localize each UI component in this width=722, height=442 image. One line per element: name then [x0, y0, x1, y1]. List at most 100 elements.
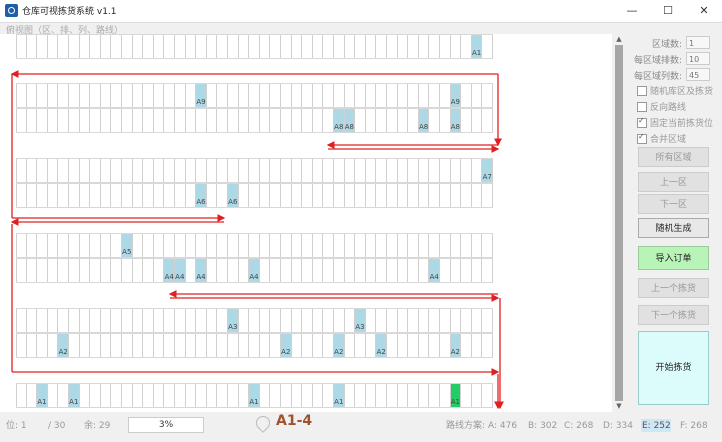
minimize-button[interactable]: —: [614, 0, 650, 22]
storage-cell[interactable]: [217, 184, 228, 207]
storage-cell[interactable]: [461, 384, 472, 407]
storage-cell[interactable]: [101, 84, 112, 107]
storage-cell[interactable]: [207, 184, 218, 207]
storage-cell[interactable]: [472, 384, 483, 407]
storage-cell[interactable]: [69, 259, 80, 282]
storage-cell[interactable]: [482, 184, 493, 207]
storage-cell[interactable]: [419, 334, 430, 357]
storage-cell[interactable]: [461, 234, 472, 257]
storage-cell[interactable]: [345, 35, 356, 58]
storage-cell[interactable]: [69, 234, 80, 257]
storage-cell[interactable]: [69, 184, 80, 207]
storage-cell[interactable]: [154, 384, 165, 407]
storage-cell[interactable]: [451, 259, 462, 282]
storage-cell[interactable]: [292, 35, 303, 58]
storage-cell[interactable]: [16, 159, 27, 182]
storage-cell[interactable]: [387, 184, 398, 207]
storage-cell[interactable]: [355, 109, 366, 132]
storage-cell[interactable]: [48, 259, 59, 282]
storage-cell[interactable]: [207, 384, 218, 407]
storage-cell[interactable]: A3: [355, 309, 366, 332]
storage-cell[interactable]: [239, 159, 250, 182]
storage-cell[interactable]: [122, 35, 133, 58]
storage-cell[interactable]: [37, 109, 48, 132]
storage-cell[interactable]: [122, 159, 133, 182]
storage-cell[interactable]: [461, 109, 472, 132]
storage-cell[interactable]: [323, 234, 334, 257]
storage-cell[interactable]: [80, 109, 91, 132]
storage-cell[interactable]: [292, 309, 303, 332]
prev-pick-button[interactable]: 上一个拣货: [638, 278, 709, 298]
storage-cell[interactable]: [122, 384, 133, 407]
storage-cell[interactable]: [270, 334, 281, 357]
storage-cell[interactable]: [133, 234, 144, 257]
storage-cell[interactable]: [482, 35, 493, 58]
storage-cell[interactable]: [366, 309, 377, 332]
storage-cell[interactable]: A1: [334, 384, 345, 407]
storage-cell[interactable]: [461, 309, 472, 332]
storage-cell[interactable]: [207, 84, 218, 107]
storage-cell[interactable]: [164, 35, 175, 58]
storage-cell[interactable]: [101, 35, 112, 58]
storage-cell[interactable]: [302, 334, 313, 357]
storage-cell[interactable]: [270, 259, 281, 282]
storage-cell[interactable]: [58, 35, 69, 58]
storage-cell[interactable]: [37, 259, 48, 282]
storage-cell[interactable]: [461, 184, 472, 207]
storage-cell[interactable]: [186, 334, 197, 357]
storage-cell[interactable]: [323, 109, 334, 132]
storage-cell[interactable]: [472, 259, 483, 282]
storage-cell[interactable]: [133, 84, 144, 107]
storage-cell[interactable]: [48, 35, 59, 58]
storage-cell[interactable]: [292, 84, 303, 107]
storage-cell[interactable]: [366, 384, 377, 407]
storage-cell[interactable]: A8: [334, 109, 345, 132]
import-order-button[interactable]: 导入订单: [638, 246, 709, 270]
storage-cell[interactable]: [429, 35, 440, 58]
storage-cell[interactable]: [472, 84, 483, 107]
storage-cell[interactable]: [408, 109, 419, 132]
storage-cell[interactable]: [207, 35, 218, 58]
storage-cell[interactable]: [313, 334, 324, 357]
storage-cell[interactable]: [228, 109, 239, 132]
storage-cell[interactable]: [186, 109, 197, 132]
storage-cell[interactable]: [133, 184, 144, 207]
storage-cell[interactable]: [398, 35, 409, 58]
storage-cell[interactable]: [217, 234, 228, 257]
storage-cell[interactable]: [451, 234, 462, 257]
storage-cell[interactable]: [440, 159, 451, 182]
storage-cell[interactable]: [133, 384, 144, 407]
storage-cell[interactable]: [323, 159, 334, 182]
storage-cell[interactable]: [16, 309, 27, 332]
storage-cell[interactable]: [143, 159, 154, 182]
storage-cell[interactable]: [37, 334, 48, 357]
storage-cell[interactable]: [472, 109, 483, 132]
storage-cell[interactable]: [429, 384, 440, 407]
storage-cell[interactable]: [376, 234, 387, 257]
storage-cell[interactable]: [398, 109, 409, 132]
start-pick-button[interactable]: 开始拣货: [638, 331, 709, 405]
storage-cell[interactable]: [451, 35, 462, 58]
storage-cell[interactable]: [186, 309, 197, 332]
storage-cell[interactable]: [217, 259, 228, 282]
storage-cell[interactable]: [313, 159, 324, 182]
storage-cell[interactable]: [196, 109, 207, 132]
storage-cell[interactable]: [345, 259, 356, 282]
rows-per-zone-input[interactable]: 10: [686, 52, 710, 65]
zones-input[interactable]: 1: [686, 36, 710, 49]
storage-cell[interactable]: A4: [196, 259, 207, 282]
storage-cell[interactable]: [355, 384, 366, 407]
storage-cell[interactable]: [186, 184, 197, 207]
storage-cell[interactable]: [27, 334, 38, 357]
storage-cell[interactable]: [323, 309, 334, 332]
storage-cell[interactable]: [143, 234, 154, 257]
storage-cell[interactable]: [292, 234, 303, 257]
storage-cell[interactable]: [90, 259, 101, 282]
storage-cell[interactable]: [260, 234, 271, 257]
storage-cell[interactable]: [451, 184, 462, 207]
storage-cell[interactable]: [111, 309, 122, 332]
route-b[interactable]: B: 302: [528, 414, 557, 438]
storage-cell[interactable]: [323, 334, 334, 357]
storage-cell[interactable]: [334, 259, 345, 282]
storage-cell[interactable]: [207, 234, 218, 257]
